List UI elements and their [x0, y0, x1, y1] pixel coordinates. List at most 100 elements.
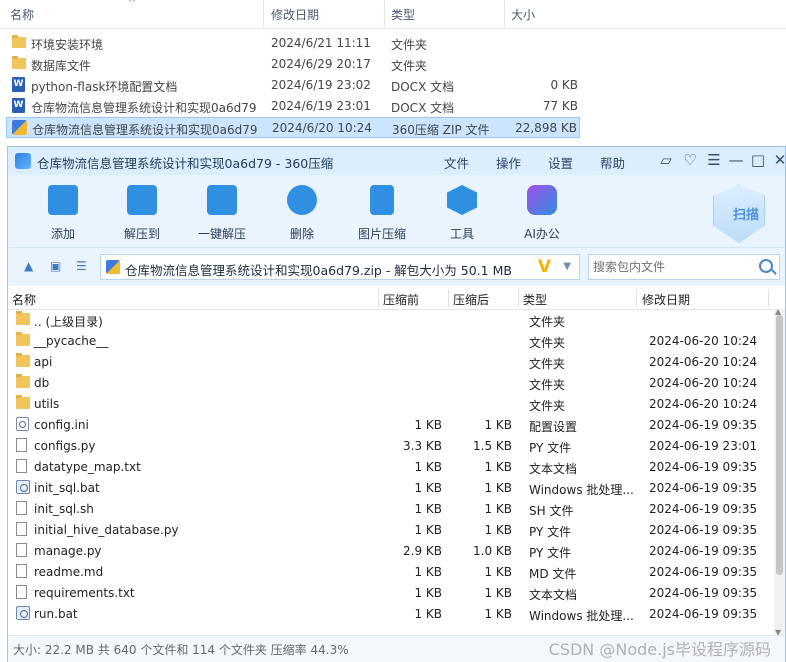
thumbnail-view-icon[interactable]: ▣ [50, 260, 64, 272]
column-divider[interactable] [448, 289, 449, 307]
col-before[interactable]: 压缩前 [383, 291, 419, 308]
menu-help[interactable]: 帮助 [600, 153, 625, 172]
archive-row-date: 2024-06-20 10:24 [649, 334, 758, 348]
menu-ops[interactable]: 操作 [496, 153, 521, 172]
archive-row[interactable]: db 文件夹 2024-06-20 10:24 [8, 372, 774, 393]
skin-icon[interactable]: ▱ [656, 151, 676, 169]
file-icon [16, 522, 27, 536]
explorer-row-type: 文件夹 [391, 59, 428, 73]
search-input[interactable] [591, 259, 755, 275]
archive-window: 仓库物流信息管理系统设计和实现0a6d79 - 360压缩 文件 操作 设置 帮… [7, 146, 786, 662]
file-icon [16, 585, 27, 599]
archive-row-date: 2024-06-19 09:35 [649, 565, 758, 579]
archive-row[interactable]: manage.py 2.9 KB 1.0 KB PY 文件 2024-06-19 09:… [8, 540, 774, 561]
archive-row-name: init_sql.sh [34, 502, 94, 516]
col-type[interactable]: 类型 [523, 291, 547, 308]
explorer-col-name[interactable]: 名称 [10, 6, 34, 23]
explorer-row[interactable]: W 仓库物流信息管理系统设计和实现0a6d79 2024/6/19 23:01 DOC… [6, 96, 580, 117]
folder-icon [16, 311, 30, 325]
archive-row[interactable]: datatype_map.txt 1 KB 1 KB 文本文档 2024-06-19 0… [8, 456, 774, 477]
vertical-scrollbar[interactable]: ▲ ▼ [774, 307, 785, 637]
menu-file[interactable]: 文件 [444, 153, 469, 172]
ai-icon [527, 185, 557, 215]
tools-hex-icon [447, 185, 477, 215]
feedback-icon[interactable]: ♡ [680, 151, 700, 169]
list-view-icon[interactable]: ☰ [76, 260, 90, 272]
scan-label[interactable]: 扫描 [733, 204, 759, 223]
menu-settings[interactable]: 设置 [548, 153, 573, 172]
maximize-icon[interactable]: □ [748, 151, 768, 169]
explorer-row-type: 文件夹 [391, 38, 428, 52]
minimize-icon[interactable]: — [726, 151, 746, 169]
v-logo-icon[interactable]: V [538, 257, 551, 277]
column-divider[interactable] [384, 0, 385, 28]
col-date[interactable]: 修改日期 [642, 291, 690, 308]
explorer-row[interactable]: 仓库物流信息管理系统设计和实现0a6d79 2024/6/20 10:24 360压… [6, 117, 580, 138]
archive-row[interactable]: requirements.txt 1 KB 1 KB 文本文档 2024-06-19 0… [8, 582, 774, 603]
column-divider[interactable] [518, 289, 519, 307]
archive-row-type: 文本文档 [529, 588, 578, 602]
archive-row-before: 1 KB [414, 586, 442, 600]
explorer-col-date[interactable]: 修改日期 [271, 6, 319, 23]
explorer-row[interactable]: 环境安装环境 2024/6/21 11:11 文件夹 [6, 33, 580, 54]
up-arrow-icon[interactable]: ▲ [24, 260, 38, 272]
archive-row-name: initial_hive_database.py [34, 523, 179, 537]
add-button[interactable]: 添加 [31, 185, 95, 242]
chevron-down-icon[interactable]: ▼ [563, 261, 571, 272]
archive-row[interactable]: initial_hive_database.py 1 KB 1 KB PY 文件 202… [8, 519, 774, 540]
archive-row-before: 1 KB [414, 607, 442, 621]
scroll-thumb[interactable] [776, 315, 783, 575]
archive-row-after: 1 KB [484, 418, 512, 432]
one-click-extract-button[interactable]: 一键解压 [190, 185, 254, 242]
file-icon [16, 543, 27, 557]
explorer-row-date: 2024/6/19 23:01 [271, 99, 371, 113]
explorer-row-name: python-flask环境配置文档 [31, 80, 178, 94]
explorer-row[interactable]: Wpython-flask环境配置文档 2024/6/19 23:02 DOCX 文… [6, 75, 580, 96]
ai-office-label: AI办公 [524, 227, 560, 241]
image-compress-label: 图片压缩 [357, 227, 406, 241]
archive-row[interactable]: api 文件夹 2024-06-20 10:24 [8, 351, 774, 372]
menu-icon[interactable]: ☰ [704, 151, 724, 169]
search-box[interactable] [588, 254, 780, 280]
close-icon[interactable]: ✕ [770, 151, 786, 169]
config-file-icon [16, 417, 29, 431]
folder-icon [16, 332, 30, 346]
archive-row[interactable]: __pycache__ 文件夹 2024-06-20 10:24 [8, 330, 774, 351]
archive-row[interactable]: utils 文件夹 2024-06-20 10:24 [8, 393, 774, 414]
delete-button[interactable]: 删除 [270, 185, 334, 242]
archive-row[interactable]: config.ini 1 KB 1 KB 配置设置 2024-06-19 09:35 [8, 414, 774, 435]
tools-button[interactable]: 工具 [430, 185, 494, 242]
ai-office-button[interactable]: AI办公 [510, 185, 574, 242]
explorer-row[interactable]: 数据库文件 2024/6/29 20:17 文件夹 [6, 54, 580, 75]
address-field[interactable]: 仓库物流信息管理系统设计和实现0a6d79.zip - 解包大小为 50.1 M… [100, 254, 580, 280]
explorer-row-name: 数据库文件 [31, 59, 92, 73]
column-divider[interactable] [768, 289, 769, 307]
address-text: 仓库物流信息管理系统设计和实现0a6d79.zip - 解包大小为 50.1 M… [125, 263, 512, 278]
archive-row-name: api [34, 355, 53, 369]
archive-row-date: 2024-06-19 09:35 [649, 460, 758, 474]
search-icon[interactable] [759, 259, 773, 273]
archive-row[interactable]: configs.py 3.3 KB 1.5 KB PY 文件 2024-06-19 23… [8, 435, 774, 456]
column-divider[interactable] [263, 0, 264, 28]
archive-row[interactable]: readme.md 1 KB 1 KB MD 文件 2024-06-19 09:35 [8, 561, 774, 582]
archive-row[interactable]: init_sql.bat 1 KB 1 KB Windows 批处理... 2024-0… [8, 477, 774, 498]
folder-icon [16, 395, 30, 409]
archive-row-type: 文件夹 [529, 336, 566, 350]
zip-archive-icon [106, 260, 120, 274]
archive-row-name: run.bat [34, 607, 78, 621]
extract-to-button[interactable]: 解压到 [110, 185, 174, 242]
col-after[interactable]: 压缩后 [453, 291, 489, 308]
explorer-col-type[interactable]: 类型 [391, 6, 415, 23]
explorer-col-size[interactable]: 大小 [511, 6, 535, 23]
archive-row[interactable]: .. (上级目录) 文件夹 [8, 309, 774, 330]
image-compress-button[interactable]: 图片压缩 [350, 185, 414, 242]
explorer-row-date: 2024/6/19 23:02 [271, 78, 371, 92]
column-divider[interactable] [504, 0, 505, 28]
column-divider[interactable] [636, 289, 637, 307]
col-name[interactable]: 名称 [12, 291, 36, 308]
archive-row-before: 1 KB [414, 460, 442, 474]
column-divider[interactable] [378, 289, 379, 307]
archive-row-date: 2024-06-19 09:35 [649, 502, 758, 516]
archive-row[interactable]: init_sql.sh 1 KB 1 KB SH 文件 2024-06-19 09:35 [8, 498, 774, 519]
archive-row[interactable]: run.bat 1 KB 1 KB Windows 批处理... 2024-06-19 … [8, 603, 774, 624]
